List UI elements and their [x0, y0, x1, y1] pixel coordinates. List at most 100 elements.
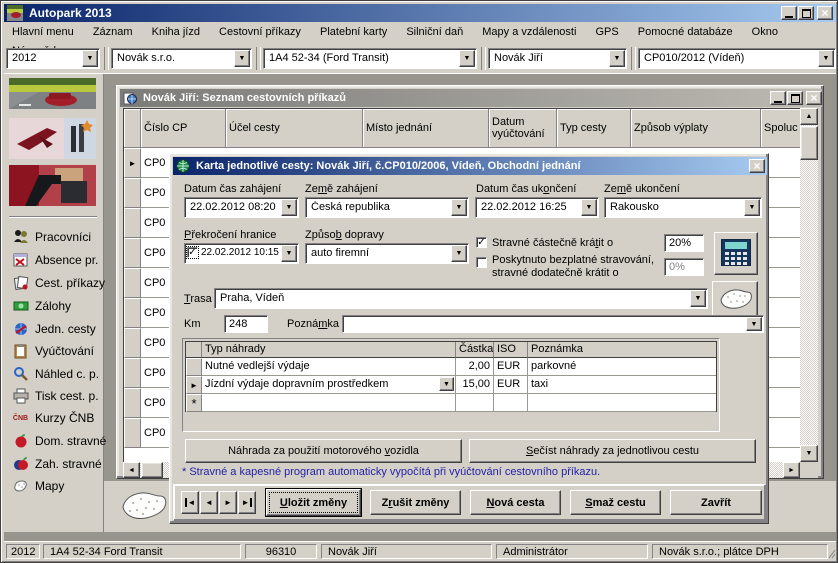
chevron-down-icon[interactable]: ▼ — [746, 317, 762, 331]
row-selector[interactable] — [124, 208, 141, 238]
row-selector[interactable] — [124, 358, 141, 388]
column-header-datum-vyuctovani[interactable]: Datum vyúčtování — [489, 109, 557, 148]
list-window-close-button[interactable]: × — [806, 91, 822, 105]
end-country-combobox[interactable]: Rakousko ▼ — [604, 197, 762, 218]
row-selector[interactable] — [124, 418, 141, 448]
close-dialog-button[interactable]: Zavřít — [670, 490, 762, 515]
row-selector[interactable] — [124, 178, 141, 208]
chevron-down-icon[interactable]: ▼ — [234, 50, 250, 67]
row-selector-current[interactable]: ► — [124, 148, 141, 178]
start-datetime-combobox[interactable]: 22.02.2012 08:20 ▼ — [184, 197, 299, 218]
expense-note-cell[interactable]: taxi — [528, 376, 716, 394]
new-row-marker[interactable]: * — [186, 394, 202, 412]
row-selector[interactable] — [124, 388, 141, 418]
close-button[interactable]: × — [817, 6, 833, 20]
column-header-misto-jednani[interactable]: Místo jednání — [363, 109, 489, 148]
dialog-close-button[interactable]: × — [749, 159, 765, 173]
sidebar-item-nahled[interactable]: Náhled c. p. — [12, 363, 106, 385]
route-combobox[interactable]: Praha, Vídeň ▼ — [214, 288, 708, 309]
column-header-ucel-cesty[interactable]: Účel cesty — [226, 109, 363, 148]
menu-zaznam[interactable]: Záznam — [85, 23, 141, 42]
nav-next-button[interactable]: ► — [219, 491, 237, 514]
list-window-maximize-button[interactable] — [787, 91, 803, 105]
year-combobox[interactable]: 2012 ▼ — [6, 48, 100, 69]
menu-hlavni-menu[interactable]: Hlavní menu — [4, 23, 82, 42]
column-header-castka[interactable]: Částka — [456, 342, 494, 358]
expense-amount-cell[interactable]: 2,00 — [456, 358, 494, 376]
border-crossing-combobox[interactable]: ✓ 22.02.2012 10:15 ▼ — [184, 243, 299, 264]
meal-reduce-input[interactable]: 20% — [664, 234, 704, 252]
row-selector[interactable] — [124, 298, 141, 328]
vehicle-compensation-button[interactable]: Náhrada za použití motorového vozidla — [185, 439, 462, 463]
expense-note-cell[interactable] — [528, 394, 716, 412]
expense-iso-cell[interactable] — [494, 394, 528, 412]
menu-platebni-karty[interactable]: Platební karty — [312, 23, 395, 42]
chevron-down-icon[interactable]: ▼ — [451, 199, 467, 216]
chevron-down-icon[interactable]: ▼ — [690, 290, 706, 307]
menu-silnicni-dan[interactable]: Silniční daň — [398, 23, 471, 42]
sidebar-item-absence[interactable]: Absence pr. — [12, 249, 106, 271]
new-trip-button[interactable]: Nová cesta — [470, 490, 561, 515]
column-header-poznamka[interactable]: Poznámka — [528, 342, 716, 358]
save-changes-button[interactable]: Uložit změny — [266, 489, 361, 516]
menu-gps[interactable]: GPS — [588, 23, 627, 42]
sidebar-item-kurzy-cnb[interactable]: ČNB Kurzy ČNB — [12, 407, 106, 429]
scroll-up-button[interactable]: ▲ — [800, 108, 818, 125]
menu-okno[interactable]: Okno — [744, 23, 786, 42]
sidebar-item-zah-stravne[interactable]: Zah. stravné — [12, 453, 106, 475]
delete-trip-button[interactable]: Smaž cestu — [570, 490, 661, 515]
chevron-down-icon[interactable]: ▼ — [281, 245, 297, 262]
column-header-cislo-cp[interactable]: Číslo CP — [141, 109, 226, 148]
row-selector-current[interactable]: ► — [186, 376, 202, 394]
chevron-down-icon[interactable]: ▼ — [581, 199, 597, 216]
nav-last-button[interactable]: ► — [238, 491, 256, 514]
vertical-scrollbar[interactable]: ▲ ▼ — [800, 108, 818, 462]
chevron-down-icon[interactable]: ▼ — [459, 50, 475, 67]
border-crossing-checkbox[interactable]: ✓ — [187, 247, 198, 258]
chevron-down-icon[interactable]: ▼ — [439, 377, 454, 391]
expense-type-cell[interactable]: Nutné vedlejší výdaje — [202, 358, 456, 376]
chevron-down-icon[interactable]: ▼ — [818, 50, 834, 67]
expense-row-new[interactable]: * — [186, 394, 716, 412]
sidebar-item-cest-prikazy[interactable]: Cest. příkazy — [12, 272, 106, 294]
calculator-button[interactable] — [714, 232, 758, 275]
expense-amount-cell[interactable]: 15,00 — [456, 376, 494, 394]
expense-iso-cell[interactable]: EUR — [494, 358, 528, 376]
sidebar-item-mapy[interactable]: Mapy — [12, 475, 106, 497]
menu-cestovni-prikazy[interactable]: Cestovní příkazy — [211, 23, 309, 42]
expense-iso-cell[interactable]: EUR — [494, 376, 528, 394]
column-header-typ-cesty[interactable]: Typ cesty — [557, 109, 631, 148]
column-header-spolucestujici[interactable]: Spoluc — [761, 109, 801, 148]
row-selector[interactable] — [124, 328, 141, 358]
resize-grip[interactable] — [828, 549, 836, 559]
scrollbar-thumb[interactable] — [800, 126, 818, 160]
sum-trip-button[interactable]: Sečíst náhrady za jednotlivou cestu — [469, 439, 756, 463]
expense-type-cell[interactable] — [202, 394, 456, 412]
driver-combobox[interactable]: Novák Jiří ▼ — [488, 48, 627, 69]
column-header-typ-nahrady[interactable]: Typ náhrady — [202, 342, 456, 358]
scroll-right-button[interactable]: ► — [783, 462, 800, 478]
note-combobox[interactable]: ▼ — [342, 315, 764, 333]
sidebar-item-pracovnici[interactable]: Pracovníci — [12, 226, 106, 248]
trip-combobox[interactable]: CP010/2012 (Vídeň) ▼ — [638, 48, 836, 69]
company-combobox[interactable]: Novák s.r.o. ▼ — [111, 48, 252, 69]
list-window-minimize-button[interactable] — [770, 91, 786, 105]
meal-reduce-checkbox[interactable]: ✓ — [476, 237, 487, 248]
nav-prev-button[interactable]: ◄ — [200, 491, 218, 514]
sidebar-item-tisk[interactable]: Tisk cest. p. — [12, 385, 106, 407]
expense-amount-cell[interactable] — [456, 394, 494, 412]
row-selector[interactable] — [186, 358, 202, 376]
menu-pomocne-databaze[interactable]: Pomocné databáze — [630, 23, 741, 42]
chevron-down-icon[interactable]: ▼ — [281, 199, 297, 216]
column-header-iso[interactable]: ISO — [494, 342, 528, 358]
km-input[interactable]: 248 — [224, 315, 268, 333]
expense-row[interactable]: Nutné vedlejší výdaje 2,00 EUR parkovné — [186, 358, 716, 376]
expense-note-cell[interactable]: parkovné — [528, 358, 716, 376]
vehicle-combobox[interactable]: 1A4 52-34 (Ford Transit) ▼ — [263, 48, 477, 69]
end-datetime-combobox[interactable]: 22.02.2012 16:25 ▼ — [475, 197, 599, 218]
chevron-down-icon[interactable]: ▼ — [82, 50, 98, 67]
scroll-down-button[interactable]: ▼ — [800, 445, 818, 462]
column-header-zpusob-vyplaty[interactable]: Způsob výplaty — [631, 109, 761, 148]
chevron-down-icon[interactable]: ▼ — [609, 50, 625, 67]
minimize-button[interactable] — [781, 6, 797, 20]
